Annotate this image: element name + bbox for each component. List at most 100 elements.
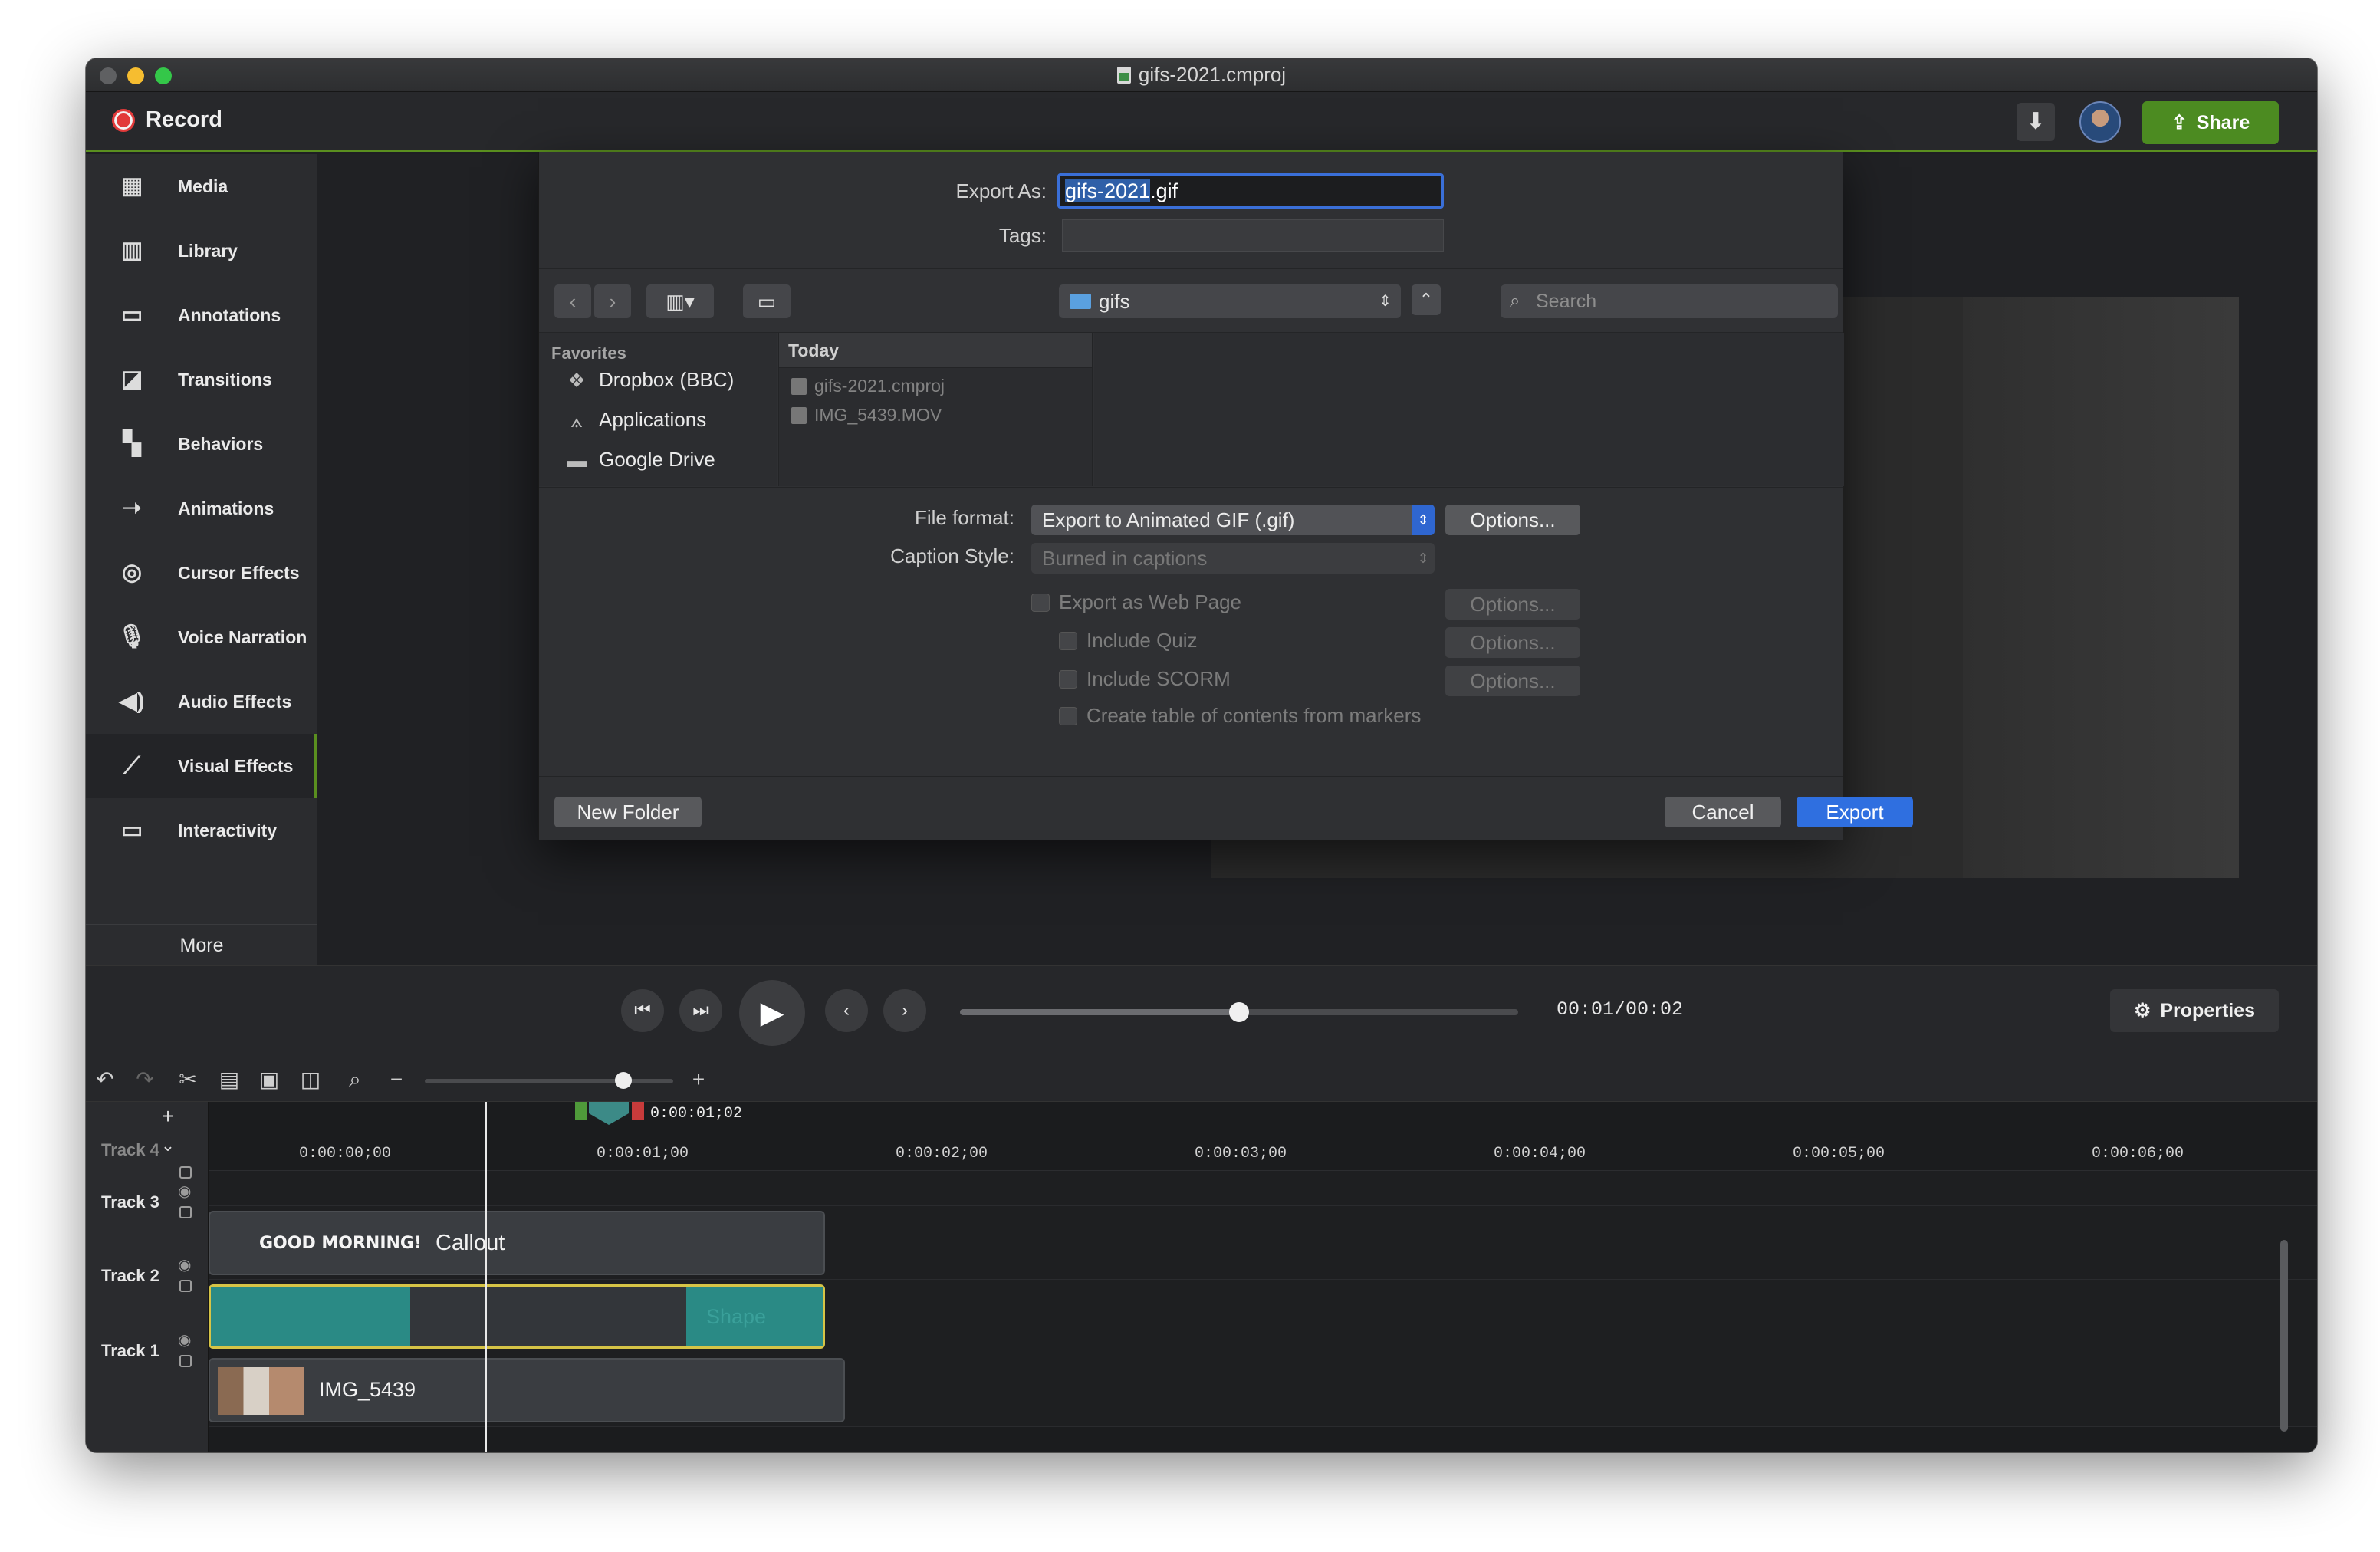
sidebar-item-library[interactable]: ▥ Library xyxy=(86,219,317,283)
window-maximize-button[interactable] xyxy=(155,67,172,84)
add-track-icon[interactable]: + xyxy=(155,1103,181,1129)
favorite-label: Google Drive xyxy=(599,448,715,471)
new-folder-button[interactable]: New Folder xyxy=(554,797,702,827)
window-title: gifs-2021.cmproj xyxy=(1116,63,1286,87)
chevron-right-icon: › xyxy=(609,290,616,313)
sidebar-item-visual-effects[interactable]: ⟋ Visual Effects xyxy=(86,734,317,798)
sidebar-item-cursor-effects[interactable]: ◎ Cursor Effects xyxy=(86,541,317,605)
export-as-field[interactable]: gifs-2021.gif xyxy=(1057,173,1444,209)
lock-icon[interactable] xyxy=(179,1355,192,1367)
back-button[interactable]: ‹ xyxy=(554,284,591,318)
redo-icon[interactable]: ↷ xyxy=(132,1067,158,1093)
next-button[interactable]: › xyxy=(883,989,926,1032)
new-folder-toolbar-button[interactable]: ▭ xyxy=(743,284,791,318)
sidebar-item-interactivity[interactable]: ▭ Interactivity xyxy=(86,798,317,863)
scorm-options-button[interactable]: Options... xyxy=(1445,666,1580,696)
sidebar-item-label: Audio Effects xyxy=(178,691,292,712)
cut-icon[interactable]: ✂ xyxy=(175,1067,201,1093)
favorite-google-drive[interactable]: ▬ Google Drive xyxy=(565,448,715,472)
zoom-in-icon[interactable]: + xyxy=(685,1067,712,1093)
in-point-marker[interactable] xyxy=(575,1102,587,1120)
play-button[interactable]: ▶ xyxy=(739,980,805,1046)
zoom-slider[interactable] xyxy=(425,1079,673,1083)
zoom-out-icon[interactable]: − xyxy=(383,1067,409,1093)
file-format-options-button[interactable]: Options... xyxy=(1445,505,1580,535)
lock-icon[interactable] xyxy=(179,1166,192,1179)
sidebar-item-audio-effects[interactable]: ◀) Audio Effects xyxy=(86,669,317,734)
caption-style-label: Caption Style: xyxy=(890,544,1014,567)
playhead-handle[interactable] xyxy=(589,1102,629,1125)
step-forward-button[interactable]: ⏭ xyxy=(679,989,722,1032)
shape-clip[interactable]: Shape xyxy=(209,1284,825,1349)
sidebar-item-transitions[interactable]: ◪ Transitions xyxy=(86,347,317,412)
sidebar-item-behaviors[interactable]: ▚ Behaviors xyxy=(86,412,317,476)
scrubber-handle[interactable] xyxy=(1229,1002,1249,1022)
zoom-slider-handle[interactable] xyxy=(615,1072,632,1089)
sidebar-item-media[interactable]: ▦ Media xyxy=(86,154,317,219)
favorite-dropbox[interactable]: ❖ Dropbox (BBC) xyxy=(565,368,734,392)
export-button[interactable]: Export xyxy=(1797,797,1913,827)
sidebar-item-label: Cursor Effects xyxy=(178,562,300,583)
timeline-scrollbar[interactable] xyxy=(2280,1240,2288,1432)
callout-text: GOOD MORNING! xyxy=(259,1234,422,1253)
tags-field[interactable] xyxy=(1062,219,1444,252)
collapse-button[interactable]: ⌃ xyxy=(1412,284,1441,315)
split-icon[interactable]: ◫ xyxy=(298,1067,324,1093)
properties-button[interactable]: ⚙ Properties xyxy=(2110,989,2279,1032)
quiz-options-button[interactable]: Options... xyxy=(1445,627,1580,658)
undo-icon[interactable]: ↶ xyxy=(92,1067,118,1093)
step-back-button[interactable]: ⏮ xyxy=(621,989,664,1032)
view-mode-button[interactable]: ▥▾ xyxy=(646,284,714,318)
window-minimize-button[interactable] xyxy=(127,67,144,84)
file-item[interactable]: gifs-2021.cmproj xyxy=(791,376,945,396)
track-3-name: Track 3 xyxy=(101,1192,159,1212)
file-format-select[interactable]: Export to Animated GIF (.gif) ⇕ xyxy=(1031,505,1435,535)
toc-markers-checkbox[interactable]: Create table of contents from markers xyxy=(1059,704,1421,728)
favorite-applications[interactable]: ⟑ Applications xyxy=(565,408,706,432)
export-web-page-checkbox[interactable]: Export as Web Page xyxy=(1031,590,1241,614)
shape-clip-label: Shape xyxy=(706,1305,767,1328)
sidebar-item-voice-narration[interactable]: 🎙 Voice Narration xyxy=(86,605,317,669)
include-scorm-checkbox[interactable]: Include SCORM xyxy=(1059,667,1231,691)
document-icon xyxy=(1116,66,1131,84)
eye-icon[interactable]: ◉ xyxy=(178,1330,191,1350)
previous-button[interactable]: ‹ xyxy=(825,989,868,1032)
lock-icon[interactable] xyxy=(179,1280,192,1292)
share-button[interactable]: ⇪ Share xyxy=(2142,101,2279,144)
timeline-toolbar: ↶ ↷ ✂ ▤ ▣ ◫ ⌕ − + xyxy=(86,1057,2317,1102)
track-1-row[interactable]: IMG_5439 xyxy=(209,1353,2317,1427)
track-3-row[interactable]: GOOD MORNING! Callout xyxy=(209,1206,2317,1280)
sidebar-item-annotations[interactable]: ▭ Annotations xyxy=(86,283,317,347)
eye-icon[interactable]: ◉ xyxy=(178,1182,191,1201)
track-2-row[interactable]: Shape xyxy=(209,1280,2317,1353)
window-close-button[interactable] xyxy=(100,67,117,84)
callout-clip[interactable]: GOOD MORNING! Callout xyxy=(209,1211,825,1275)
cancel-button[interactable]: Cancel xyxy=(1665,797,1781,827)
folder-selector[interactable]: gifs ⇕ xyxy=(1059,284,1401,318)
sidebar-item-label: Transitions xyxy=(178,369,272,390)
search-input[interactable]: ⌕ Search xyxy=(1501,284,1838,318)
track-4-row[interactable] xyxy=(209,1171,2317,1206)
sidebar-item-label: Behaviors xyxy=(178,433,264,454)
eye-icon[interactable]: ◉ xyxy=(178,1255,191,1274)
video-clip[interactable]: IMG_5439 xyxy=(209,1358,845,1422)
lock-icon[interactable] xyxy=(179,1206,192,1218)
copy-icon[interactable]: ▤ xyxy=(216,1067,242,1093)
caption-style-select[interactable]: Burned in captions ⇕ xyxy=(1031,543,1435,574)
web-page-options-button[interactable]: Options... xyxy=(1445,589,1580,620)
out-point-marker[interactable] xyxy=(632,1102,644,1120)
file-name: gifs-2021.cmproj xyxy=(814,376,945,396)
file-item[interactable]: IMG_5439.MOV xyxy=(791,405,942,426)
timeline-ruler[interactable]: 0:00:01;02 0:00:00;00 0:00:01;00 0:00:02… xyxy=(209,1102,2317,1171)
include-quiz-checkbox[interactable]: Include Quiz xyxy=(1059,629,1198,653)
download-button[interactable]: ⬇ xyxy=(2017,103,2055,141)
scrubber-track[interactable] xyxy=(960,1002,1518,1022)
avatar[interactable] xyxy=(2079,101,2121,143)
sidebar-item-animations[interactable]: ➝ Animations xyxy=(86,476,317,541)
paste-icon[interactable]: ▣ xyxy=(256,1067,282,1093)
shape-transition-in[interactable] xyxy=(211,1287,410,1346)
record-button[interactable]: Record xyxy=(112,107,222,133)
zoom-icon[interactable]: ⌕ xyxy=(342,1067,368,1093)
more-button[interactable]: More xyxy=(86,924,317,965)
forward-button[interactable]: › xyxy=(594,284,631,318)
